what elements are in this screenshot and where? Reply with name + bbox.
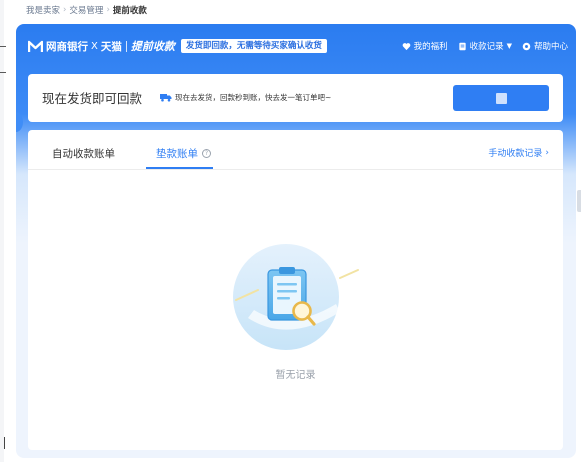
promo-title: 现在发货即可回款 <box>42 91 143 106</box>
product-name: 提前收款 <box>130 40 175 53</box>
brand: 网商银行 X 天猫 提前收款 发货即回款，无需等待买家确认收货 <box>28 38 327 54</box>
promo-card: 现在发货即可回款 现在去发货，回款秒到账，快去发一笔订单吧~ <box>28 74 563 122</box>
breadcrumb: 我是卖家 › 交易管理 › 提前收款 <box>26 3 147 17</box>
gear-icon <box>522 42 531 50</box>
go-ship-button[interactable] <box>453 85 549 111</box>
clipboard-search-icon <box>233 244 359 350</box>
right-edge <box>574 0 581 462</box>
slogan-badge: 发货即回款，无需等待买家确认收货 <box>180 39 327 53</box>
main-frame: 网商银行 X 天猫 提前收款 发货即回款，无需等待买家确认收货 我的福利 收款记… <box>16 24 576 458</box>
caret-down-icon: ▼ <box>506 42 512 50</box>
empty-state: 暂无记录 <box>28 170 563 450</box>
help-circle-icon[interactable]: ? <box>202 149 211 158</box>
header-nav: 我的福利 收款记录 ▼ 帮助中心 <box>402 40 568 52</box>
breadcrumb-seller[interactable]: 我是卖家 <box>26 4 60 16</box>
logo-icon <box>28 40 43 52</box>
left-edge <box>0 0 4 462</box>
tab-auto-bill[interactable]: 自动收款账单 <box>52 146 115 161</box>
bill-panel: 自动收款账单 垫款账单 ? 手动收款记录 › 暂无记录 <box>28 130 563 450</box>
button-icon <box>495 92 507 104</box>
left-edge-mark <box>0 72 6 73</box>
tab-bar: 自动收款账单 垫款账单 ? 手动收款记录 › <box>28 130 563 170</box>
doc-icon <box>458 42 466 50</box>
truck-icon <box>160 94 172 102</box>
brand-x: X <box>91 40 98 52</box>
heart-icon <box>402 42 410 50</box>
header: 网商银行 X 天猫 提前收款 发货即回款，无需等待买家确认收货 我的福利 收款记… <box>16 24 576 68</box>
breadcrumb-separator: › <box>63 5 67 15</box>
scroll-handle[interactable] <box>577 190 581 212</box>
manual-records-label: 手动收款记录 <box>488 149 543 159</box>
breadcrumb-separator: › <box>106 5 110 15</box>
nav-help[interactable]: 帮助中心 <box>522 40 568 52</box>
breadcrumb-current: 提前收款 <box>112 6 147 16</box>
nav-records-label: 收款记录 <box>469 42 504 52</box>
promo-subtitle: 现在去发货，回款秒到账，快去发一笔订单吧~ <box>160 92 331 103</box>
partner-name: 天猫 <box>100 40 122 53</box>
nav-help-label: 帮助中心 <box>533 42 568 52</box>
frame-decoration <box>16 112 23 132</box>
promo-subtitle-text: 现在去发货，回款秒到账，快去发一笔订单吧~ <box>175 93 332 102</box>
empty-state-text: 暂无记录 <box>275 370 316 381</box>
text-cursor <box>4 437 5 449</box>
left-edge-mark <box>0 46 6 47</box>
page: 我是卖家 › 交易管理 › 提前收款 网商银行 X 天猫 提前收款 发货即回款，… <box>0 0 581 462</box>
brand-name: 网商银行 <box>46 40 88 53</box>
tab-advance-label: 垫款账单 <box>156 148 198 160</box>
nav-records[interactable]: 收款记录 ▼ <box>458 40 512 52</box>
manual-records-link[interactable]: 手动收款记录 › <box>488 146 549 160</box>
breadcrumb-trade[interactable]: 交易管理 <box>69 4 103 16</box>
chevron-right-icon: › <box>545 147 549 158</box>
nav-welfare[interactable]: 我的福利 <box>402 40 448 52</box>
tab-advance-bill[interactable]: 垫款账单 ? <box>156 146 211 161</box>
brand-divider <box>125 40 127 52</box>
active-tab-indicator <box>146 167 213 169</box>
nav-welfare-label: 我的福利 <box>413 42 448 52</box>
